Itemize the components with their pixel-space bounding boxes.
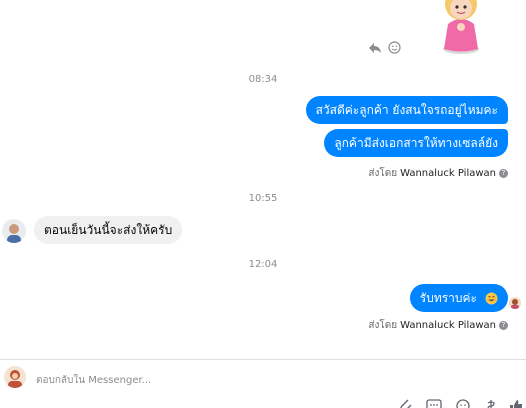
smile-emoji-icon <box>485 292 498 304</box>
sender-name: Wannaluck Pilawan <box>400 320 496 331</box>
timestamp: 08:34 <box>248 74 278 85</box>
message-text: รับทราบค่ะ <box>419 291 477 305</box>
reply-input[interactable] <box>36 372 336 388</box>
message-text: ลูกค้ามีส่งเอกสารให้ทางเซลล์ยัง <box>334 136 498 150</box>
pink-doll-sticker-icon <box>443 0 479 54</box>
composer-divider <box>0 359 526 360</box>
emoji-icon[interactable] <box>455 398 471 408</box>
seen-avatar <box>509 297 521 309</box>
emoji-react-icon[interactable] <box>388 41 401 54</box>
info-icon[interactable]: ? <box>499 169 508 178</box>
message-text: ตอนเย็นวันนี้จะส่งให้ครับ <box>44 223 173 237</box>
incoming-message[interactable]: ตอนเย็นวันนี้จะส่งให้ครับ <box>34 216 183 244</box>
info-icon[interactable]: ? <box>499 321 508 330</box>
attachment-icon[interactable] <box>398 398 414 408</box>
timestamp: 12:04 <box>248 259 278 270</box>
message-actions <box>368 41 401 54</box>
payment-icon[interactable] <box>483 398 499 408</box>
like-icon[interactable] <box>508 398 524 408</box>
sent-by-prefix: ส่งโดย <box>368 320 398 331</box>
outgoing-message[interactable]: รับทราบค่ะ <box>409 284 508 312</box>
outgoing-message[interactable]: ลูกค้ามีส่งเอกสารให้ทางเซลล์ยัง <box>324 129 508 157</box>
sent-by-prefix: ส่งโดย <box>368 168 398 179</box>
chat-thread: 08:34 สวัสดีค่ะลูกค้า ยังสนใจรถอยู่ไหมคะ… <box>0 0 526 408</box>
sent-by-line: ส่งโดย Wannaluck Pilawan ? <box>368 166 508 181</box>
gif-icon[interactable] <box>426 398 442 408</box>
sender-name: Wannaluck Pilawan <box>400 168 496 179</box>
message-text: สวัสดีค่ะลูกค้า ยังสนใจรถอยู่ไหมคะ <box>315 103 498 117</box>
customer-avatar[interactable] <box>2 219 26 243</box>
page-avatar <box>4 366 26 388</box>
sent-by-line: ส่งโดย Wannaluck Pilawan ? <box>368 318 508 333</box>
outgoing-message[interactable]: สวัสดีค่ะลูกค้า ยังสนใจรถอยู่ไหมคะ <box>305 96 508 124</box>
reply-icon[interactable] <box>368 42 382 54</box>
timestamp: 10:55 <box>248 193 278 204</box>
